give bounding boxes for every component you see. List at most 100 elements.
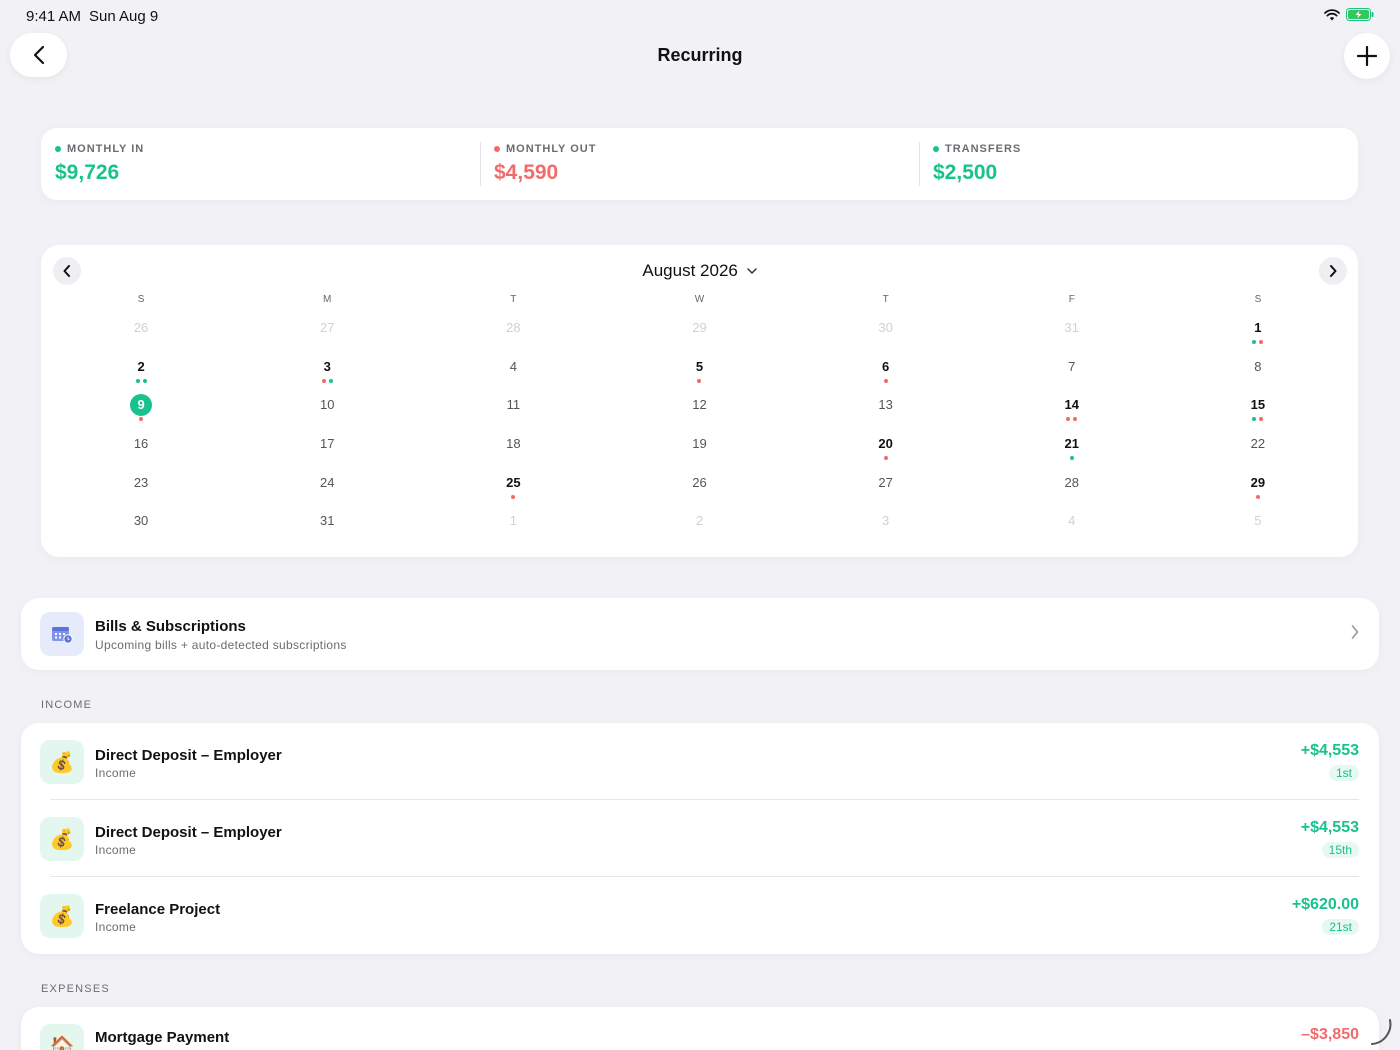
calendar-day[interactable]: 14 [979,390,1165,429]
calendar-day[interactable]: 23 [48,468,234,507]
battery-charging-icon [1346,8,1374,21]
income-row[interactable]: 💰 Freelance Project Income +$620.00 21st [21,877,1379,954]
calendar-day-number: 15 [1250,397,1266,413]
event-dots [606,340,792,346]
income-section-label: INCOME [41,699,93,711]
calendar-day[interactable]: 29 [1165,468,1351,507]
event-dots [979,340,1165,346]
calendar-day[interactable]: 31 [979,313,1165,352]
calendar-day[interactable]: 18 [420,429,606,468]
calendar-day[interactable]: 5 [606,352,792,391]
event-dots [1165,379,1351,385]
money-bag-icon: 💰 [49,750,75,774]
status-time: 9:41 AM [26,8,82,25]
chevron-right-icon [1330,265,1337,277]
expense-amount: –$3,850 [1301,1026,1359,1043]
calendar-day[interactable]: 26 [48,313,234,352]
add-button[interactable] [1344,33,1390,79]
calendar-day[interactable]: 28 [420,313,606,352]
calendar-day-number: 30 [133,513,149,529]
calendar-day[interactable]: 20 [793,429,979,468]
income-row[interactable]: 💰 Direct Deposit – Employer Income +$4,5… [21,800,1379,877]
transfers-dot [933,146,939,152]
calendar-day[interactable]: 7 [979,352,1165,391]
expense-dot [321,378,326,383]
status-icons [1324,8,1374,21]
calendar-day[interactable]: 28 [979,468,1165,507]
calendar-day[interactable]: 4 [979,506,1165,545]
calendar-day[interactable]: 5 [1165,506,1351,545]
event-dots [1165,456,1351,462]
calendar-day-number: 2 [137,358,145,374]
calendar-day-number: 26 [133,320,149,335]
expense-dot [883,378,888,383]
income-icon-box: 💰 [40,894,84,938]
calendar-day[interactable]: 26 [606,468,792,507]
summary-monthly-out: MONTHLY OUT $4,590 [480,128,919,200]
calendar-day[interactable]: 1 [420,506,606,545]
calendar-day[interactable]: 31 [234,506,420,545]
calendar-day[interactable]: 13 [793,390,979,429]
calendar-day-number: 7 [1068,358,1076,374]
calendar-day-number: 1 [1254,320,1262,335]
income-dot [328,378,333,383]
expense-dot [1259,340,1264,344]
calendar-day-number: 13 [878,397,893,413]
calendar-day[interactable]: 19 [606,429,792,468]
expense-dot [1066,417,1071,422]
income-name: Direct Deposit – Employer [95,824,282,841]
calendar-day[interactable]: 10 [234,390,420,429]
event-dots [234,456,420,462]
calendar-day[interactable]: 30 [793,313,979,352]
monthly-in-dot [55,146,61,152]
calendar-day[interactable]: 3 [793,506,979,545]
event-dots [48,417,234,423]
calendar-day[interactable]: 3 [234,352,420,391]
month-selector[interactable]: August 2026 [642,261,757,280]
calendar-day[interactable]: 8 [1165,352,1351,391]
calendar-day[interactable]: 21 [979,429,1165,468]
calendar-week: 23 24 25 26 27 28 29 [48,468,1351,507]
calendar-day[interactable]: 9 [48,390,234,429]
calendar-day-number: 29 [692,320,707,335]
income-category: Income [95,843,137,857]
calendar-day[interactable]: 24 [234,468,420,507]
calendar-day[interactable]: 6 [793,352,979,391]
calendar-day[interactable]: 17 [234,429,420,468]
calendar-day-number: 27 [878,474,893,490]
event-dots [234,340,420,346]
calendar-day[interactable]: 27 [234,313,420,352]
calendar-day[interactable]: 27 [793,468,979,507]
calendar-day-number: 2 [695,513,704,529]
income-icon-box: 💰 [40,740,84,784]
calendar-day[interactable]: 11 [420,390,606,429]
calendar-day[interactable]: 4 [420,352,606,391]
status-bar: 9:41 AM Sun Aug 9 [0,0,1400,32]
calendar-day[interactable]: 15 [1165,390,1351,429]
calendar-day[interactable]: 30 [48,506,234,545]
weekday-label: W [694,294,705,305]
bills-subscriptions-row[interactable]: Bills & Subscriptions Upcoming bills + a… [21,598,1379,670]
income-dot [1252,340,1257,344]
event-dots [1165,494,1351,501]
calendar-day[interactable]: 25 [420,468,606,507]
calendar-day[interactable]: 2 [48,352,234,391]
calendar-day[interactable]: 2 [606,506,792,545]
next-month-button[interactable] [1319,257,1347,285]
event-dots [793,456,979,462]
calendar-day-number: 17 [319,436,335,452]
event-dots [979,379,1165,385]
calendar-day[interactable]: 16 [48,429,234,468]
calendar-day-number: 29 [1250,474,1266,490]
calendar-day-number: 31 [319,513,335,529]
income-row[interactable]: 💰 Direct Deposit – Employer Income +$4,5… [21,723,1379,800]
calendar-week: 2 3 4 5 6 7 8 [48,352,1351,391]
wifi-icon [1324,8,1340,20]
event-dots [48,340,234,346]
calendar-day[interactable]: 1 [1165,313,1351,352]
calendar-day[interactable]: 22 [1165,429,1351,468]
expense-row[interactable]: 🏠 Mortgage Payment –$3,850 [21,1007,1379,1050]
calendar-day[interactable]: 29 [606,313,792,352]
calendar-day[interactable]: 12 [606,390,792,429]
expense-dot [1259,417,1264,422]
